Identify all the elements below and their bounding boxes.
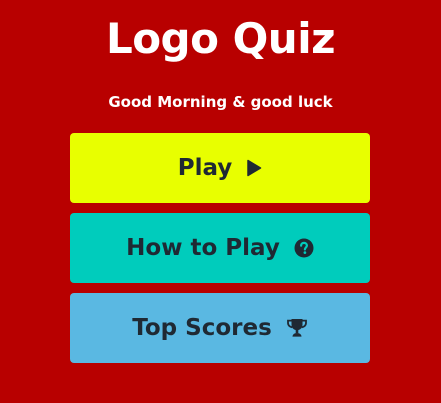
how-to-play-button-label: How to Play [126, 235, 280, 261]
play-button-label: Play [177, 155, 233, 181]
play-button[interactable]: Play [70, 133, 370, 203]
greeting-text: Good Morning & good luck [108, 93, 333, 111]
question-circle-icon [294, 238, 314, 258]
play-icon [246, 159, 262, 177]
page-title: Logo Quiz [105, 14, 336, 63]
top-scores-button-label: Top Scores [132, 315, 272, 341]
trophy-icon [286, 318, 308, 338]
how-to-play-button[interactable]: How to Play [70, 213, 370, 283]
top-scores-button[interactable]: Top Scores [70, 293, 370, 363]
